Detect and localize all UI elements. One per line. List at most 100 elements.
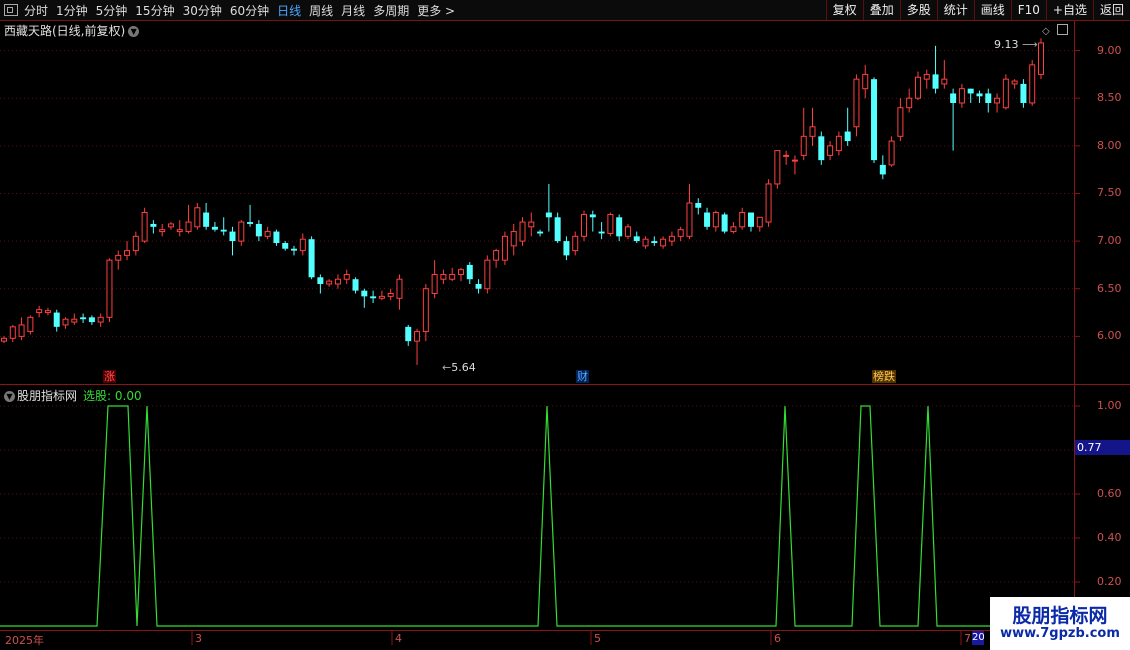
- candle-body: [299, 238, 306, 252]
- candle-body: [835, 135, 842, 152]
- candle-body: [598, 231, 605, 234]
- signal-line: [0, 405, 1074, 627]
- candle-body: [1029, 64, 1036, 104]
- diamond-icon[interactable]: ◇: [1042, 26, 1050, 37]
- candle-body: [563, 241, 570, 256]
- candle-body: [27, 316, 34, 333]
- price-tick-label: 9.00: [1097, 43, 1122, 57]
- candle-body: [115, 254, 122, 261]
- price-tick-label: 6.50: [1097, 281, 1122, 295]
- candle-body: [704, 212, 711, 227]
- candle-body: [774, 150, 781, 185]
- candle-body: [695, 203, 702, 208]
- event-badge-finance[interactable]: 财: [576, 370, 589, 383]
- candle-body: [897, 107, 904, 137]
- candle-body: [906, 97, 913, 109]
- event-badge-up[interactable]: 涨: [103, 370, 116, 383]
- candle-body: [730, 226, 737, 233]
- candle-body: [238, 221, 245, 242]
- candle-body: [18, 324, 25, 337]
- candle-body: [941, 78, 948, 85]
- chevron-down-icon[interactable]: ▼: [128, 26, 140, 37]
- candle-body: [141, 212, 148, 242]
- candle-body: [739, 212, 746, 228]
- candle-body: [923, 73, 930, 80]
- watermark: 股朋指标网 www.7gpzb.com: [990, 597, 1130, 650]
- x-cursor-tag: 20: [972, 631, 984, 645]
- candle-body: [510, 231, 517, 247]
- candle-body: [976, 93, 983, 97]
- price-tick-label: 7.50: [1097, 186, 1122, 200]
- candle-body: [642, 238, 649, 247]
- time-tick-label: 3: [195, 632, 202, 645]
- indicator-value: 选股: 0.00: [83, 389, 142, 403]
- candle-body: [167, 223, 174, 228]
- candle-body: [405, 326, 412, 342]
- panel-divider[interactable]: [0, 384, 1130, 385]
- candle-body: [106, 259, 113, 318]
- time-tick-label: 4: [395, 632, 402, 645]
- indicator-tick-label: 0.20: [1097, 575, 1122, 588]
- candle-body: [721, 214, 728, 232]
- indicator-title[interactable]: ▼ 股朋指标网 选股: 0.00: [4, 387, 142, 404]
- candle-body: [1002, 78, 1009, 109]
- candle-body: [791, 159, 798, 162]
- candle-body: [440, 273, 447, 280]
- candle-body: [800, 135, 807, 156]
- candle-body: [985, 93, 992, 103]
- event-badge-list[interactable]: 榜跌: [872, 370, 896, 383]
- candle-body: [1011, 80, 1018, 85]
- candle-body: [44, 310, 51, 314]
- candle-body: [537, 231, 544, 234]
- candle-body: [914, 76, 921, 99]
- indicator-tick-label: 0.40: [1097, 531, 1122, 544]
- candle-body: [53, 312, 60, 327]
- candle-body: [484, 259, 491, 290]
- candle-body: [818, 136, 825, 161]
- candle-body: [616, 217, 623, 237]
- candle-body: [264, 231, 271, 237]
- candle-body: [9, 326, 16, 339]
- candle-body: [624, 226, 631, 237]
- price-tick-label: 6.00: [1097, 329, 1122, 343]
- high-price-label: 9.13 ⟶: [994, 38, 1038, 51]
- candle-body: [932, 74, 939, 89]
- candle-body: [853, 78, 860, 128]
- low-price-label: ←5.64: [442, 361, 476, 374]
- candle-body: [862, 73, 869, 90]
- candle-body: [756, 216, 763, 228]
- candle-body: [62, 318, 69, 326]
- candle-body: [1020, 83, 1027, 103]
- candle-body: [888, 140, 895, 166]
- candle-body: [255, 223, 262, 237]
- candle-body: [457, 269, 464, 275]
- candle-body: [220, 229, 227, 232]
- candle-body: [519, 221, 526, 242]
- candle-body: [607, 213, 614, 234]
- chart-canvas[interactable]: [0, 0, 1130, 650]
- panel-controls: ◇: [1042, 24, 1068, 37]
- candle-body: [273, 231, 280, 244]
- watermark-url: www.7gpzb.com: [1000, 626, 1120, 641]
- candle-body: [97, 316, 104, 323]
- candle-body: [229, 231, 236, 242]
- main-chart-title[interactable]: 西藏天路(日线,前复权) ▼: [4, 22, 140, 39]
- x-axis-line: [0, 630, 1074, 631]
- candle-body: [291, 248, 298, 251]
- price-tick-label: 8.50: [1097, 91, 1122, 105]
- price-tick-label: 7.00: [1097, 234, 1122, 248]
- candle-body: [71, 318, 78, 323]
- candle-body: [352, 279, 359, 291]
- candle-body: [844, 131, 851, 142]
- candle-body: [528, 221, 535, 228]
- time-tick-label: 7: [964, 632, 971, 645]
- candle-body: [282, 243, 289, 249]
- chevron-down-icon[interactable]: ▼: [4, 391, 15, 402]
- window-toggle-icon[interactable]: [1056, 24, 1068, 35]
- candle-body: [501, 235, 508, 261]
- candle-body: [326, 280, 333, 285]
- candle-body: [765, 183, 772, 223]
- candle-body: [493, 250, 500, 261]
- candle-body: [668, 235, 675, 242]
- candle-body: [88, 317, 95, 323]
